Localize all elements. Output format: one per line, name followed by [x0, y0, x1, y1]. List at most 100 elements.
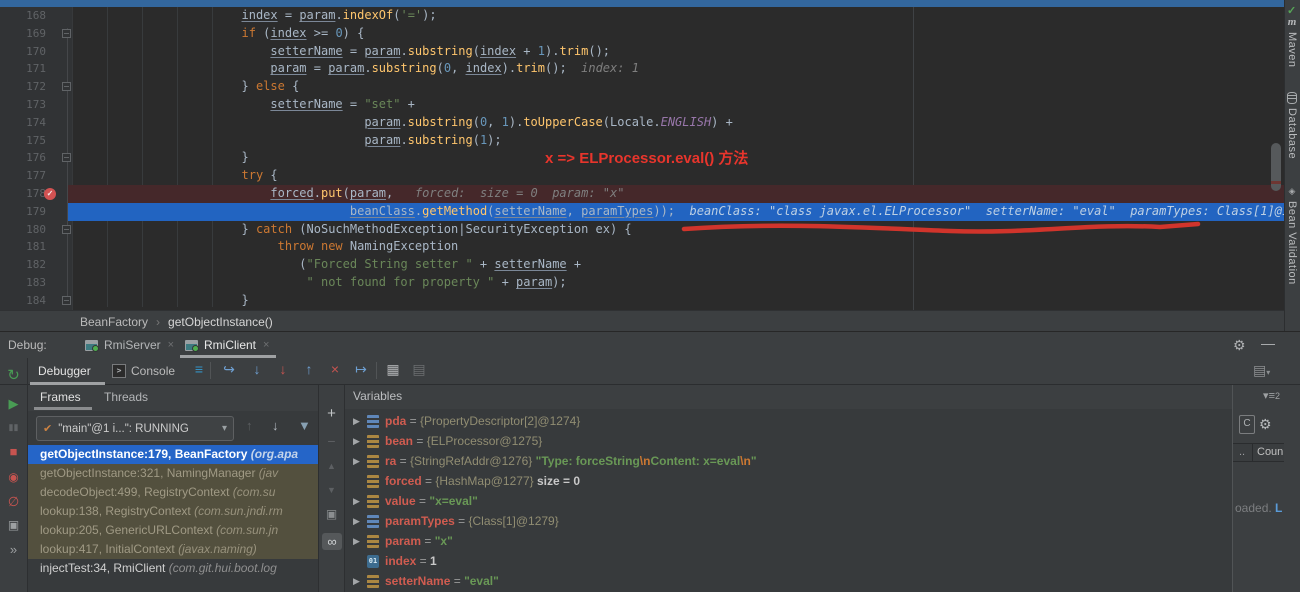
code-editor[interactable]: 168index = param.indexOf('=');169if (ind…	[0, 0, 1284, 310]
variable-row-ra[interactable]: ▶ra = {StringRefAddr@1276} "Type: forceS…	[345, 451, 1232, 471]
variable-row-value[interactable]: ▶value = "x=eval"	[345, 491, 1232, 511]
code-line-182[interactable]: 182("Forced String setter " + setterName…	[0, 256, 1284, 274]
remove-watch-icon[interactable]: −	[319, 433, 344, 449]
code-line-172[interactable]: 172} else {	[0, 78, 1284, 96]
tab-debugger[interactable]: Debugger	[38, 364, 91, 378]
memory-view-options[interactable]: ▾≡2	[1263, 389, 1280, 402]
expand-arrow-icon[interactable]: ▶	[353, 431, 360, 451]
resume-icon[interactable]: ▶	[0, 396, 27, 412]
debug-session-tab-rmiclient[interactable]: RmiClient×	[185, 335, 269, 355]
evaluate-grid-icon[interactable]: ▦	[382, 361, 404, 378]
editor-scrollbar[interactable]	[1271, 143, 1281, 191]
code-line-178[interactable]: 178✓forced.put(param, forced: size = 0 p…	[0, 185, 1284, 203]
more-icon[interactable]: »	[0, 542, 27, 557]
code-line-171[interactable]: 171param = param.substring(0, index).tri…	[0, 60, 1284, 78]
settings-gear-icon[interactable]: ⚙	[1233, 337, 1246, 354]
close-icon[interactable]: ×	[168, 339, 174, 351]
step-over-icon[interactable]: ↪	[218, 361, 240, 378]
drop-frame-icon[interactable]: ×	[324, 361, 346, 377]
variables-side-toolbar: + − ▲ ▼ ▣ ∞	[318, 385, 345, 592]
code-line-174[interactable]: 174param.substring(0, 1).toUpperCase(Loc…	[0, 114, 1284, 132]
thread-dump-icon[interactable]: ▣	[0, 518, 27, 532]
duplicate-icon[interactable]: ▣	[319, 507, 344, 521]
code-line-183[interactable]: 183" not found for property " + param);	[0, 274, 1284, 292]
breakpoint-icon[interactable]: ✓	[44, 188, 56, 200]
frame-row[interactable]: decodeObject:499, RegistryContext (com.s…	[28, 483, 318, 502]
stop-icon[interactable]: ■	[0, 444, 27, 459]
thread-selector-dropdown[interactable]: ✔ "main"@1 i...": RUNNING ▾	[36, 416, 234, 441]
fold-marker-icon[interactable]	[62, 82, 71, 91]
move-down-icon[interactable]: ▼	[319, 485, 344, 495]
variable-row-forced[interactable]: forced = {HashMap@1277} size = 0	[345, 471, 1232, 491]
frame-row[interactable]: getObjectInstance:179, BeanFactory (org.…	[28, 445, 318, 464]
variable-row-bean[interactable]: ▶bean = {ELProcessor@1275}	[345, 431, 1232, 451]
debug-session-tab-rmiserver[interactable]: RmiServer×	[85, 335, 174, 355]
primitive-icon: 01	[367, 555, 379, 568]
code-line-173[interactable]: 173setterName = "set" +	[0, 96, 1284, 114]
code-line-179[interactable]: 179beanClass.getMethod(setterName, param…	[0, 203, 1284, 221]
tab-console[interactable]: Console	[131, 364, 175, 378]
frame-row[interactable]: injectTest:34, RmiClient (com.git.hui.bo…	[28, 559, 318, 578]
code-line-180[interactable]: 180} catch (NoSuchMethodException|Securi…	[0, 221, 1284, 239]
view-breakpoints-icon[interactable]: ◉	[0, 470, 27, 484]
memory-settings-gear-icon[interactable]: ⚙	[1259, 416, 1272, 433]
tool-stripe-maven[interactable]: mMaven	[1286, 16, 1298, 68]
expand-arrow-icon[interactable]: ▶	[353, 571, 360, 591]
frame-row[interactable]: lookup:417, InitialContext (javax.naming…	[28, 540, 318, 559]
variable-row-paramTypes[interactable]: ▶paramTypes = {Class[1]@1279}	[345, 511, 1232, 531]
add-watch-icon[interactable]: +	[319, 405, 344, 422]
fold-marker-icon[interactable]	[62, 225, 71, 234]
array-icon	[367, 415, 379, 428]
code-line-170[interactable]: 170setterName = param.substring(index + …	[0, 43, 1284, 61]
step-out-icon[interactable]: ↑	[298, 361, 320, 377]
pause-icon[interactable]: ▮▮	[0, 422, 27, 433]
mute-breakpoints-icon[interactable]: ∅	[0, 494, 27, 510]
rerun-icon[interactable]: ↻	[0, 366, 27, 384]
expand-arrow-icon[interactable]: ▶	[353, 511, 360, 531]
memory-column-header[interactable]: .. Coun	[1233, 443, 1284, 462]
tool-stripe-bean-validation[interactable]: ◈Bean Validation	[1286, 186, 1298, 285]
show-execution-point-icon[interactable]: ≡	[188, 361, 210, 377]
layout-grid-icon[interactable]: ▤	[408, 361, 430, 378]
code-line-177[interactable]: 177try {	[0, 167, 1284, 185]
code-line-168[interactable]: 168index = param.indexOf('=');	[0, 7, 1284, 25]
move-up-icon[interactable]: ▲	[319, 461, 344, 471]
tool-stripe-database[interactable]: Database	[1286, 92, 1298, 159]
frame-row[interactable]: lookup:205, GenericURLContext (com.sun.j…	[28, 521, 318, 540]
hide-window-icon[interactable]: —	[1261, 335, 1275, 351]
fold-marker-icon[interactable]	[62, 153, 71, 162]
expand-arrow-icon[interactable]: ▶	[353, 451, 360, 471]
line-number: 175	[0, 132, 46, 150]
code-line-181[interactable]: 181throw new NamingException	[0, 238, 1284, 256]
variable-row-pda[interactable]: ▶pda = {PropertyDescriptor[2]@1274}	[345, 411, 1232, 431]
expand-arrow-icon[interactable]: ▶	[353, 411, 360, 431]
code-line-184[interactable]: 184}	[0, 292, 1284, 310]
fold-marker-icon[interactable]	[62, 296, 71, 305]
frame-row[interactable]: getObjectInstance:321, NamingManager (ja…	[28, 464, 318, 483]
breadcrumb-method[interactable]: getObjectInstance()	[168, 315, 273, 329]
frame-filter-icon[interactable]: ▼	[298, 418, 311, 433]
memory-class-icon[interactable]: C	[1239, 415, 1255, 434]
tab-threads[interactable]: Threads	[104, 390, 148, 404]
inspect-icon[interactable]: ∞	[322, 533, 342, 550]
variable-row-index[interactable]: 01index = 1	[345, 551, 1232, 571]
fold-marker-icon[interactable]	[62, 29, 71, 38]
frame-up-icon[interactable]: ↑	[246, 418, 253, 433]
tab-frames[interactable]: Frames	[40, 390, 81, 404]
step-into-icon[interactable]: ↓	[246, 361, 268, 377]
frame-down-icon[interactable]: ↓	[272, 418, 279, 433]
run-console-icon	[85, 340, 98, 351]
variable-row-setterName[interactable]: ▶setterName = "eval"	[345, 571, 1232, 591]
expand-arrow-icon[interactable]: ▶	[353, 531, 360, 551]
object-icon	[367, 475, 379, 488]
run-to-cursor-icon[interactable]: ↦	[350, 361, 372, 378]
variable-row-param[interactable]: ▶param = "x"	[345, 531, 1232, 551]
expand-arrow-icon[interactable]: ▶	[353, 491, 360, 511]
restore-layout-icon[interactable]: ▤▾	[1253, 362, 1270, 379]
force-step-into-icon[interactable]: ↓	[272, 361, 294, 377]
code-line-169[interactable]: 169if (index >= 0) {	[0, 25, 1284, 43]
breadcrumb-class[interactable]: BeanFactory	[80, 315, 148, 329]
load-classes-link[interactable]: L	[1275, 501, 1282, 515]
close-icon[interactable]: ×	[263, 339, 269, 351]
frame-row[interactable]: lookup:138, RegistryContext (com.sun.jnd…	[28, 502, 318, 521]
